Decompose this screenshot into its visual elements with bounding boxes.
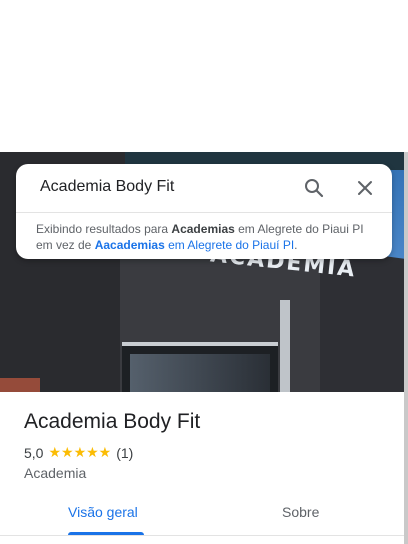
tabs-divider <box>0 535 404 536</box>
search-icon <box>305 179 324 198</box>
place-title: Academia Body Fit <box>24 410 201 433</box>
rating-value: 5,0 <box>24 444 44 461</box>
search-correction-notice: Exibindo resultados para Academias em Al… <box>36 221 376 253</box>
notice-term: Academias <box>171 222 235 236</box>
scrollbar[interactable] <box>404 152 408 544</box>
awning <box>0 378 40 392</box>
close-button[interactable] <box>353 176 377 200</box>
search-card: Academia Body Fit Exibindo resultados pa… <box>16 164 392 259</box>
close-icon <box>358 181 372 195</box>
building-pillar <box>280 300 290 392</box>
divider <box>16 212 392 213</box>
notice-prefix: Exibindo resultados para <box>36 222 172 236</box>
review-count[interactable]: (1) <box>116 445 133 461</box>
original-query-link[interactable]: Aacademias em Alegrete do Piauí PI <box>95 238 294 252</box>
rating-row[interactable]: 5,0 ★★★★★ (1) <box>24 444 133 461</box>
tab-overview[interactable]: Visão geral <box>68 504 138 520</box>
notice-suffix: . <box>294 238 298 252</box>
star-rating-icon: ★★★★★ <box>48 444 112 460</box>
building-door <box>122 342 278 392</box>
tab-about[interactable]: Sobre <box>282 504 319 520</box>
search-button[interactable] <box>302 176 326 200</box>
place-info-panel: Academia Body Fit 5,0 ★★★★★ (1) Academia… <box>0 392 404 544</box>
search-input[interactable]: Academia Body Fit <box>40 178 174 196</box>
place-category[interactable]: Academia <box>24 465 86 481</box>
